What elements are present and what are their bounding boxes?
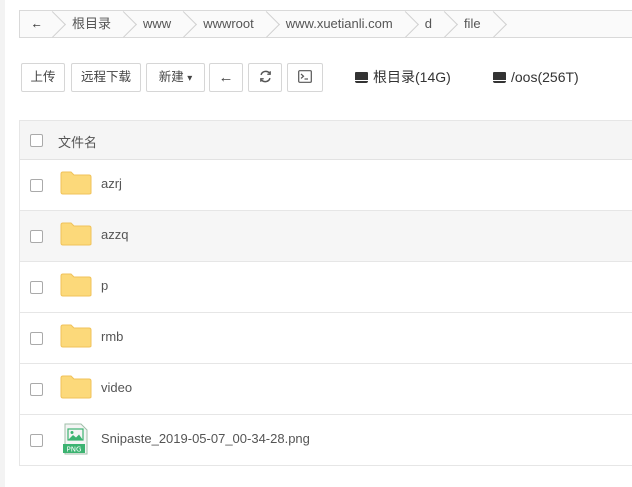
row-checkbox[interactable] xyxy=(30,179,43,192)
folder-icon xyxy=(60,222,92,246)
row-checkbox[interactable] xyxy=(30,383,43,396)
breadcrumb-item-site[interactable]: www.xuetianli.com xyxy=(268,11,407,37)
row-checkbox[interactable] xyxy=(30,434,43,447)
file-name[interactable]: azzq xyxy=(101,227,128,242)
png-badge: PNG xyxy=(67,445,82,453)
row-checkbox[interactable] xyxy=(30,230,43,243)
refresh-button[interactable] xyxy=(248,63,282,92)
table-row[interactable]: azzq xyxy=(20,211,632,262)
row-checkbox[interactable] xyxy=(30,332,43,345)
back-button[interactable]: ← xyxy=(209,63,243,92)
file-name[interactable]: rmb xyxy=(101,329,123,344)
folder-icon xyxy=(60,273,92,297)
breadcrumb-item-wwwroot[interactable]: wwwroot xyxy=(185,11,268,37)
back-arrow-icon: ← xyxy=(218,69,234,86)
folder-icon xyxy=(60,375,92,399)
breadcrumb: ← 根目录 www wwwroot www.xuetianli.com d fi… xyxy=(19,10,632,38)
refresh-icon xyxy=(259,70,271,83)
file-name[interactable]: video xyxy=(101,380,132,395)
file-name[interactable]: Snipaste_2019-05-07_00-34-28.png xyxy=(101,431,310,446)
column-header-filename: 文件名 xyxy=(58,135,98,150)
disk-oos-label: /oos(256T) xyxy=(511,69,579,85)
upload-button[interactable]: 上传 xyxy=(21,63,65,92)
breadcrumb-back-button[interactable]: ← xyxy=(20,11,54,37)
table-header: 文件名 xyxy=(20,121,632,160)
folder-icon xyxy=(60,171,92,195)
hard-disk-icon xyxy=(493,72,506,83)
select-all-checkbox[interactable] xyxy=(30,134,43,147)
terminal-button[interactable] xyxy=(287,63,323,92)
row-checkbox[interactable] xyxy=(30,281,43,294)
back-arrow-icon: ← xyxy=(30,15,45,32)
file-table: 文件名 azrj azzq p rmb video PNG Snipaste_2… xyxy=(19,120,632,466)
png-image-icon: PNG xyxy=(63,423,88,455)
new-dropdown-button[interactable]: 新建 ▾ xyxy=(146,63,205,92)
table-row[interactable]: rmb xyxy=(20,313,632,364)
disk-root-label: 根目录(14G) xyxy=(373,69,451,85)
file-name[interactable]: azrj xyxy=(101,176,122,191)
disk-root-link[interactable]: 根目录(14G) xyxy=(355,63,451,92)
terminal-icon xyxy=(298,70,312,83)
remote-download-button[interactable]: 远程下载 xyxy=(71,63,141,92)
hard-disk-icon xyxy=(355,72,368,83)
disk-oos-link[interactable]: /oos(256T) xyxy=(493,63,579,92)
caret-down-icon: ▾ xyxy=(187,73,193,84)
table-row[interactable]: p xyxy=(20,262,632,313)
table-row[interactable]: azrj xyxy=(20,160,632,211)
folder-icon xyxy=(60,324,92,348)
table-row[interactable]: video xyxy=(20,364,632,415)
table-row[interactable]: PNG Snipaste_2019-05-07_00-34-28.png xyxy=(20,415,632,466)
file-name[interactable]: p xyxy=(101,278,108,293)
new-button-label: 新建 xyxy=(158,70,184,84)
